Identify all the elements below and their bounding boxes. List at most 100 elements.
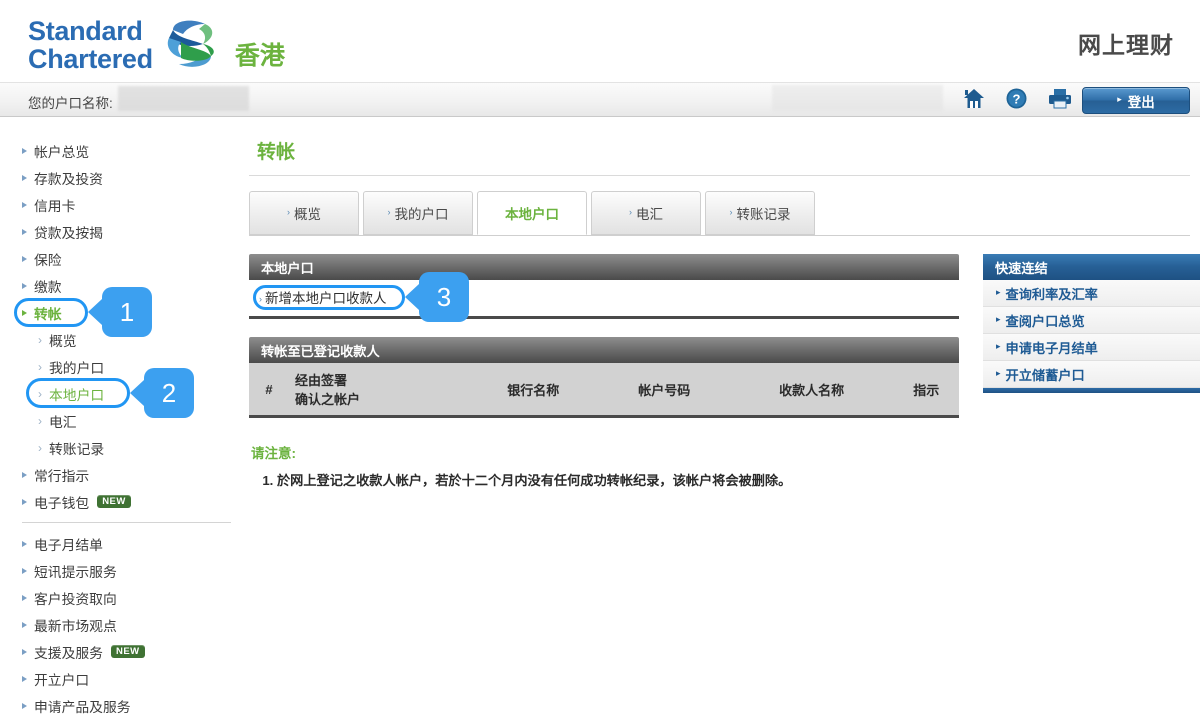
sidebar-item-11[interactable]: › 转账记录: [0, 434, 249, 461]
sidebar-item-15[interactable]: 电子月结单: [0, 530, 249, 557]
tab-label: 概览: [294, 207, 321, 222]
tab-arrow-icon: ›: [729, 207, 733, 217]
column-verified-account-line2: 确认之帐户: [295, 392, 361, 407]
sidebar-item-18[interactable]: 最新市场观点: [0, 611, 249, 638]
triangle-right-icon: [22, 282, 27, 289]
triangle-right-icon: [22, 675, 27, 682]
tab-2[interactable]: 本地户口: [477, 191, 587, 235]
column-index: #: [265, 381, 273, 397]
sidebar-item-12[interactable]: 常行指示: [0, 461, 249, 488]
sidebar-item-6[interactable]: 转帐 1: [0, 287, 249, 337]
new-badge: NEW: [110, 644, 145, 659]
triangle-right-icon: [22, 255, 27, 262]
sidebar-item-19[interactable]: 支援及服务 NEW: [0, 638, 249, 665]
sidebar-item-0[interactable]: 帐户总览: [0, 137, 249, 164]
column-bank-name: 银行名称: [507, 382, 560, 398]
callout-3-number: 3: [419, 272, 469, 322]
callout-1-number: 1: [102, 287, 152, 337]
quick-link-label: 查询利率及汇率: [1005, 286, 1098, 302]
quick-link-arrow-icon: ▸: [996, 313, 1001, 324]
sidebar-item-3[interactable]: 贷款及按揭: [0, 218, 249, 245]
sidebar-item-4[interactable]: 保险: [0, 245, 249, 272]
sidebar-item-label: 支援及服务: [34, 645, 103, 661]
sidebar-item-label: 申请产品及服务: [34, 699, 131, 715]
sidebar-item-label: 本地户口: [49, 387, 105, 403]
callout-3-pointer: [405, 284, 419, 310]
quick-link-3[interactable]: ▸ 开立储蓄户口: [983, 361, 1200, 388]
sidebar-item-label: 电子钱包: [34, 495, 90, 511]
home-icon[interactable]: [963, 88, 985, 109]
logo-line-1: Standard: [28, 15, 143, 46]
logo-line-2: Chartered: [28, 43, 153, 74]
column-payee-name: 收款人名称: [779, 382, 845, 398]
sidebar-item-8[interactable]: › 我的户口: [0, 353, 249, 380]
sidebar-item-label: 概览: [49, 333, 77, 349]
quick-links-footer: [983, 388, 1200, 393]
tab-label: 电汇: [636, 207, 663, 222]
sidebar-item-label: 我的户口: [49, 360, 105, 376]
tab-0[interactable]: › 概览: [249, 191, 359, 235]
chevron-right-icon: ›: [38, 359, 42, 374]
tab-1[interactable]: › 我的户口: [363, 191, 473, 235]
help-icon[interactable]: ?: [1006, 88, 1027, 109]
header-icon-group: ?: [963, 88, 1072, 109]
add-local-payee-link[interactable]: › 新增本地户口收款人: [259, 291, 387, 306]
new-badge: NEW: [97, 494, 131, 509]
triangle-right-icon: [22, 594, 27, 601]
sidebar-item-label: 短讯提示服务: [34, 564, 117, 580]
page-title: 转帐: [257, 142, 296, 163]
sidebar-item-label: 转账记录: [49, 441, 105, 457]
region-label: 香港: [234, 42, 285, 70]
sidebar-item-label: 开立户口: [34, 672, 90, 688]
sidebar-item-16[interactable]: 短讯提示服务: [0, 557, 249, 584]
column-verified-account-line1: 经由签署: [295, 373, 348, 388]
sidebar-item-label: 电汇: [49, 414, 77, 430]
table-header-row: # 经由签署 确认之帐户 银行名称 帐户号码 收款人名称 指示: [249, 363, 959, 417]
sidebar-item-20[interactable]: 开立户口: [0, 665, 249, 692]
sidebar-item-label: 缴款: [34, 279, 62, 295]
logout-button[interactable]: ▸ 登出: [1082, 87, 1190, 114]
sidebar-item-label: 存款及投资: [34, 171, 103, 187]
sidebar-item-13[interactable]: 电子钱包 NEW: [0, 488, 249, 515]
callout-2: 2: [130, 368, 194, 418]
print-icon[interactable]: [1048, 88, 1072, 109]
registered-payee-table: # 经由签署 确认之帐户 银行名称 帐户号码 收款人名称 指示: [249, 363, 959, 418]
callout-1: 1: [88, 287, 152, 337]
notes-title: 请注意:: [251, 446, 296, 461]
sidebar-item-label: 常行指示: [34, 468, 90, 484]
triangle-right-icon: [22, 228, 27, 235]
tab-arrow-icon: ›: [629, 207, 632, 217]
sidebar-item-label: 贷款及按揭: [34, 225, 103, 241]
sidebar-item-17[interactable]: 客户投资取向: [0, 584, 249, 611]
quick-links-title: 快速连结: [983, 254, 1200, 280]
svg-text:?: ?: [1013, 92, 1021, 107]
logo[interactable]: Standard Chartered 香港: [28, 14, 285, 77]
sidebar-item-9[interactable]: › 本地户口 2: [0, 368, 249, 418]
registered-payee-panel-title: 转帐至已登记收款人: [249, 337, 959, 363]
note-item: 於网上登记之收款人帐户，若於十二个月内没有任何成功转帐纪录，该帐户将会被删除。: [277, 471, 969, 491]
quick-link-arrow-icon: ▸: [996, 340, 1001, 351]
quick-link-0[interactable]: ▸ 查询利率及汇率: [983, 280, 1200, 307]
add-payee-label: 新增本地户口收款人: [265, 291, 387, 306]
sidebar-item-1[interactable]: 存款及投资: [0, 164, 249, 191]
tab-3[interactable]: › 电汇: [591, 191, 701, 235]
sidebar-item-label: 最新市场观点: [34, 618, 117, 634]
quick-link-1[interactable]: ▸ 查阅户口总览: [983, 307, 1200, 334]
account-bar: 您的户口名称: ? ▸ 登出: [0, 82, 1200, 117]
triangle-right-icon: [22, 147, 27, 154]
quick-link-2[interactable]: ▸ 申请电子月结单: [983, 334, 1200, 361]
table-head: # 经由签署 确认之帐户 银行名称 帐户号码 收款人名称 指示: [249, 363, 959, 417]
sidebar-item-2[interactable]: 信用卡: [0, 191, 249, 218]
notes-section: 请注意: 於网上登记之收款人帐户，若於十二个月内没有任何成功转帐纪录，该帐户将会…: [251, 442, 969, 491]
sidebar-item-label: 信用卡: [34, 198, 76, 214]
add-payee-row: › 新增本地户口收款人: [249, 287, 959, 308]
tab-arrow-icon: ›: [387, 207, 391, 217]
sidebar-item-22[interactable]: 更新客户资料: [0, 719, 249, 725]
callout-1-pointer: [88, 299, 102, 325]
tab-4[interactable]: › 转账记录: [705, 191, 815, 235]
sidebar-item-10[interactable]: › 电汇: [0, 407, 249, 434]
column-instruction: 指示: [913, 382, 940, 398]
service-name: 网上理财: [1078, 32, 1174, 58]
sidebar-item-21[interactable]: 申请产品及服务: [0, 692, 249, 719]
page-body: 帐户总览 存款及投资 信用卡 贷款及按揭 保险 缴款 转帐 1 › 概览 › 我的户口 › 本地户口 2 › 电…: [0, 117, 1200, 725]
